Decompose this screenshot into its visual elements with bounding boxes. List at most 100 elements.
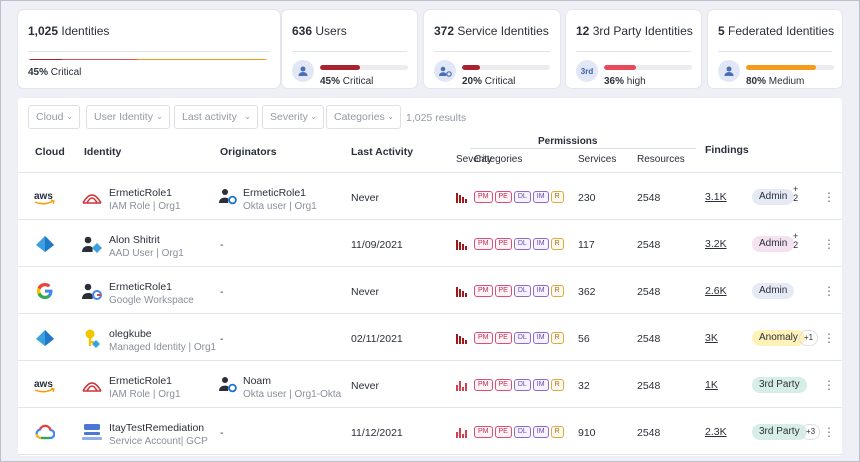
card-federated-identities[interactable]: 5 Federated Identities 80% Medium — [708, 10, 842, 88]
table-row[interactable]: ItayTestRemediation Service Account| GCP… — [18, 408, 842, 455]
aws-logo: aws — [32, 374, 58, 396]
col-header-last-activity[interactable]: Last Activity — [351, 146, 413, 158]
table-row[interactable]: Alon Shitrit AAD User | Org1 - 11/09/2021… — [18, 220, 842, 267]
category-tag[interactable]: IM — [532, 332, 549, 344]
resources-count: 2548 — [637, 380, 661, 392]
row-menu-icon[interactable]: ⋮ — [823, 330, 835, 346]
findings-link[interactable]: 2.6K — [705, 285, 727, 297]
category-tag[interactable]: PM — [474, 332, 493, 344]
col-header-cloud[interactable]: Cloud — [35, 146, 65, 158]
category-tag[interactable]: IM — [532, 191, 549, 203]
category-tag[interactable]: IM — [532, 285, 549, 297]
table-row[interactable]: olegkube Managed Identity | Org1 - 02/11/… — [18, 314, 842, 361]
category-tags: PM PE DL IM R — [474, 285, 564, 297]
resources-count: 2548 — [637, 333, 661, 345]
category-tag[interactable]: R — [550, 238, 564, 250]
row-menu-icon[interactable]: ⋮ — [823, 283, 835, 299]
category-tag[interactable]: DL — [513, 332, 531, 344]
col-header-originators[interactable]: Originators — [220, 146, 277, 158]
category-tag[interactable]: IM — [532, 426, 549, 438]
identity-cell[interactable]: ErmeticRole1 IAM Role | Org1 — [109, 187, 181, 212]
table-row[interactable]: aws ErmeticRole1 IAM Role | Org1 Noam Ok… — [18, 361, 842, 408]
category-tag[interactable]: PE — [494, 238, 512, 250]
category-tag[interactable]: R — [550, 426, 564, 438]
table-row[interactable]: ErmeticRole1 Google Workspace - Never PM PE… — [18, 267, 842, 314]
services-count: 56 — [578, 333, 590, 345]
findings-link[interactable]: 2.3K — [705, 426, 727, 438]
divider — [470, 148, 696, 149]
category-tag[interactable]: R — [550, 191, 564, 203]
col-header-categories[interactable]: Categories — [474, 154, 522, 165]
divider — [718, 51, 832, 52]
category-tag[interactable]: IM — [532, 379, 549, 391]
card-count: 372 — [434, 24, 455, 38]
role-badge[interactable]: Admin — [752, 189, 795, 205]
category-tag[interactable]: PE — [494, 285, 512, 297]
findings-link[interactable]: 3.2K — [705, 238, 727, 250]
more-badges-indicator[interactable]: +2 — [793, 232, 798, 250]
filter-user-identity[interactable]: User Identity ⌄ — [86, 105, 170, 129]
identity-name: olegkube — [109, 328, 152, 340]
col-header-services[interactable]: Services — [578, 154, 616, 165]
card-3rd-party-identities[interactable]: 12 3rd Party Identities 3rd 36% high — [566, 10, 701, 88]
card-percent: 80% — [746, 76, 767, 87]
category-tag[interactable]: PM — [474, 238, 493, 250]
category-tag[interactable]: PE — [494, 332, 512, 344]
originator-cell[interactable]: Noam Okta user | Org1-Okta — [243, 375, 341, 400]
row-menu-icon[interactable]: ⋮ — [823, 236, 835, 252]
role-badge[interactable]: Admin — [752, 236, 795, 252]
originator-cell[interactable]: ErmeticRole1 Okta user | Org1 — [243, 187, 317, 212]
filter-severity[interactable]: Severity ⌄ — [262, 105, 324, 129]
identity-cell[interactable]: ErmeticRole1 Google Workspace — [109, 281, 194, 306]
card-count: 1,025 — [28, 24, 59, 38]
category-tag[interactable]: PE — [494, 379, 512, 391]
gcp-logo — [32, 421, 58, 443]
category-tag[interactable]: DL — [513, 238, 531, 250]
more-badges-indicator[interactable]: +3 — [801, 424, 821, 440]
table-row[interactable]: aws ErmeticRole1 IAM Role | Org1 Ermetic… — [18, 173, 842, 220]
card-identities[interactable]: 1,025 Identities 45% Critical — [18, 10, 280, 88]
iam-role-icon — [81, 187, 103, 207]
card-level: high — [626, 76, 646, 87]
col-header-resources[interactable]: Resources — [637, 154, 685, 165]
findings-link[interactable]: 3K — [705, 332, 718, 344]
category-tag[interactable]: R — [550, 285, 564, 297]
findings-link[interactable]: 3.1K — [705, 191, 727, 203]
category-tag[interactable]: R — [550, 332, 564, 344]
chevron-down-icon: ⌄ — [244, 112, 251, 121]
category-tag[interactable]: PE — [494, 426, 512, 438]
role-badge[interactable]: Anomaly — [752, 330, 805, 346]
filter-categories[interactable]: Categories ⌄ — [326, 105, 401, 129]
category-tag[interactable]: DL — [513, 285, 531, 297]
col-header-findings[interactable]: Findings — [705, 144, 749, 156]
filter-last-activity[interactable]: Last activity ⌄ — [174, 105, 258, 129]
category-tag[interactable]: PM — [474, 426, 493, 438]
identity-cell[interactable]: Alon Shitrit AAD User | Org1 — [109, 234, 184, 259]
category-tag[interactable]: IM — [532, 238, 549, 250]
more-badges-indicator[interactable]: +1 — [799, 330, 819, 346]
role-badge[interactable]: 3rd Party — [752, 377, 807, 393]
category-tag[interactable]: PM — [474, 191, 493, 203]
identity-cell[interactable]: ErmeticRole1 IAM Role | Org1 — [109, 375, 181, 400]
identity-cell[interactable]: olegkube Managed Identity | Org1 — [109, 328, 216, 353]
card-users[interactable]: 636 Users 45% Critical — [282, 10, 417, 88]
findings-link[interactable]: 1K — [705, 379, 718, 391]
role-badge[interactable]: Admin — [752, 283, 795, 299]
category-tag[interactable]: PM — [474, 379, 493, 391]
category-tag[interactable]: DL — [513, 379, 531, 391]
filter-cloud[interactable]: Cloud ⌄ — [28, 105, 80, 129]
category-tag[interactable]: PE — [494, 191, 512, 203]
row-menu-icon[interactable]: ⋮ — [823, 189, 835, 205]
card-service-identities[interactable]: 372 Service Identities 20% Critical — [424, 10, 560, 88]
category-tag[interactable]: DL — [513, 426, 531, 438]
card-count: 636 — [292, 24, 313, 38]
row-menu-icon[interactable]: ⋮ — [823, 424, 835, 440]
identity-cell[interactable]: ItayTestRemediation Service Account| GCP — [109, 422, 208, 447]
col-header-identity[interactable]: Identity — [84, 146, 121, 158]
role-badge[interactable]: 3rd Party — [752, 424, 807, 440]
category-tag[interactable]: DL — [513, 191, 531, 203]
category-tag[interactable]: PM — [474, 285, 493, 297]
more-badges-indicator[interactable]: +2 — [793, 185, 798, 203]
row-menu-icon[interactable]: ⋮ — [823, 377, 835, 393]
category-tag[interactable]: R — [550, 379, 564, 391]
